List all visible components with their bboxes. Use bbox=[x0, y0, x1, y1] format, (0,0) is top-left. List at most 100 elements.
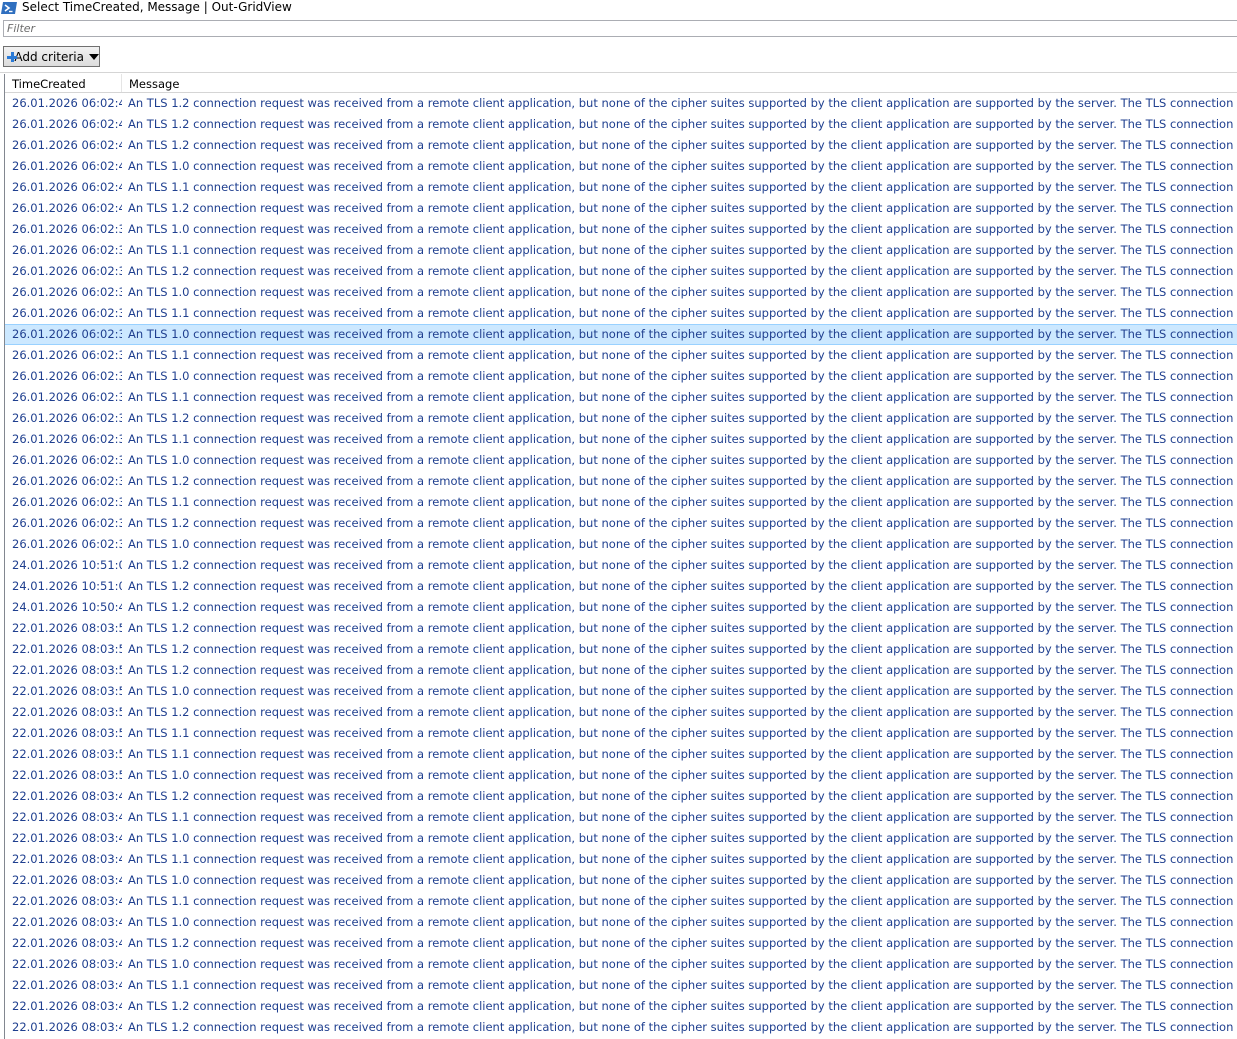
title-bar: Select TimeCreated, Message | Out-GridVi… bbox=[0, 0, 1237, 15]
table-row[interactable]: 26.01.2026 06:02:39 An TLS 1.1 connection… bbox=[5, 240, 1237, 261]
table-row[interactable]: 22.01.2026 08:03:50 An TLS 1.0 connection… bbox=[5, 681, 1237, 702]
cell-message: An TLS 1.1 connection request was receiv… bbox=[128, 726, 1237, 740]
table-row[interactable]: 22.01.2026 08:03:47 An TLS 1.0 connection… bbox=[5, 954, 1237, 975]
table-row[interactable]: 26.01.2026 06:02:37 An TLS 1.1 connection… bbox=[5, 303, 1237, 324]
table-row[interactable]: 26.01.2026 06:02:40 An TLS 1.2 connection… bbox=[5, 135, 1237, 156]
cell-message: An TLS 1.0 connection request was receiv… bbox=[128, 453, 1237, 467]
cell-message: An TLS 1.0 connection request was receiv… bbox=[128, 537, 1237, 551]
table-row[interactable]: 22.01.2026 08:03:50 An TLS 1.0 connection… bbox=[5, 765, 1237, 786]
cell-timecreated: 22.01.2026 08:03:47 bbox=[12, 936, 122, 950]
cell-timecreated: 22.01.2026 08:03:50 bbox=[12, 663, 122, 677]
cell-timecreated: 24.01.2026 10:51:00 bbox=[12, 579, 122, 593]
cell-message: An TLS 1.1 connection request was receiv… bbox=[128, 978, 1237, 992]
table-row[interactable]: 22.01.2026 08:03:48 An TLS 1.0 connection… bbox=[5, 828, 1237, 849]
table-row[interactable]: 22.01.2026 08:03:50 An TLS 1.2 connection… bbox=[5, 702, 1237, 723]
cell-timecreated: 22.01.2026 08:03:48 bbox=[12, 873, 122, 887]
table-row[interactable]: 26.01.2026 06:02:33 An TLS 1.2 connection… bbox=[5, 471, 1237, 492]
cell-timecreated: 24.01.2026 10:50:41 bbox=[12, 600, 122, 614]
cell-message: An TLS 1.1 connection request was receiv… bbox=[128, 390, 1237, 404]
column-header-timecreated[interactable]: TimeCreated bbox=[5, 74, 122, 92]
cell-message: An TLS 1.1 connection request was receiv… bbox=[128, 894, 1237, 908]
cell-timecreated: 26.01.2026 06:02:40 bbox=[12, 201, 122, 215]
table-row[interactable]: 26.01.2026 06:02:35 An TLS 1.2 connection… bbox=[5, 408, 1237, 429]
table-row[interactable]: 22.01.2026 08:03:50 An TLS 1.1 connection… bbox=[5, 744, 1237, 765]
cell-message: An TLS 1.2 connection request was receiv… bbox=[128, 138, 1237, 152]
table-row[interactable]: 24.01.2026 10:51:00 An TLS 1.2 connection… bbox=[5, 576, 1237, 597]
grid-body: 26.01.2026 06:02:46 An TLS 1.2 connection… bbox=[5, 93, 1237, 1038]
cell-message: An TLS 1.0 connection request was receiv… bbox=[128, 369, 1237, 383]
cell-message: An TLS 1.1 connection request was receiv… bbox=[128, 306, 1237, 320]
cell-message: An TLS 1.2 connection request was receiv… bbox=[128, 516, 1237, 530]
table-row[interactable]: 26.01.2026 06:02:40 An TLS 1.2 connection… bbox=[5, 198, 1237, 219]
cell-message: An TLS 1.2 connection request was receiv… bbox=[128, 600, 1237, 614]
table-row[interactable]: 26.01.2026 06:02:32 An TLS 1.2 connection… bbox=[5, 513, 1237, 534]
table-row[interactable]: 26.01.2026 06:02:46 An TLS 1.2 connection… bbox=[5, 93, 1237, 114]
cell-timecreated: 26.01.2026 06:02:40 bbox=[12, 138, 122, 152]
table-row[interactable]: 22.01.2026 08:03:49 An TLS 1.2 connection… bbox=[5, 786, 1237, 807]
cell-message: An TLS 1.2 connection request was receiv… bbox=[128, 936, 1237, 950]
filter-input[interactable] bbox=[3, 20, 1237, 37]
table-row[interactable]: 26.01.2026 06:02:39 An TLS 1.0 connection… bbox=[5, 219, 1237, 240]
cell-timecreated: 22.01.2026 08:03:48 bbox=[12, 810, 122, 824]
table-row[interactable]: 26.01.2026 06:02:32 An TLS 1.0 connection… bbox=[5, 534, 1237, 555]
cell-timecreated: 26.01.2026 06:02:39 bbox=[12, 222, 122, 236]
table-row[interactable]: 26.01.2026 06:02:37 An TLS 1.0 connection… bbox=[5, 282, 1237, 303]
cell-timecreated: 26.01.2026 06:02:32 bbox=[12, 516, 122, 530]
results-grid[interactable]: TimeCreated Message 26.01.2026 06:02:46 A… bbox=[4, 74, 1237, 1039]
cell-message: An TLS 1.2 connection request was receiv… bbox=[128, 264, 1237, 278]
table-row[interactable]: 22.01.2026 08:03:50 An TLS 1.2 connection… bbox=[5, 660, 1237, 681]
cell-message: An TLS 1.0 connection request was receiv… bbox=[128, 831, 1237, 845]
table-row[interactable]: 22.01.2026 08:03:47 An TLS 1.0 connection… bbox=[5, 912, 1237, 933]
add-criteria-label: Add criteria bbox=[14, 49, 84, 64]
cell-timecreated: 22.01.2026 08:03:53 bbox=[12, 621, 122, 635]
cell-message: An TLS 1.0 connection request was receiv… bbox=[128, 915, 1237, 929]
cell-timecreated: 26.01.2026 06:02:33 bbox=[12, 474, 122, 488]
cell-timecreated: 26.01.2026 06:02:35 bbox=[12, 369, 122, 383]
table-row[interactable]: 22.01.2026 08:03:53 An TLS 1.2 connection… bbox=[5, 639, 1237, 660]
cell-message: An TLS 1.1 connection request was receiv… bbox=[128, 432, 1237, 446]
table-row[interactable]: 22.01.2026 08:03:47 An TLS 1.1 connection… bbox=[5, 891, 1237, 912]
table-row[interactable]: 22.01.2026 08:03:48 An TLS 1.0 connection… bbox=[5, 870, 1237, 891]
table-row[interactable]: 26.01.2026 06:02:33 An TLS 1.0 connection… bbox=[5, 450, 1237, 471]
table-row[interactable]: 22.01.2026 08:03:53 An TLS 1.2 connection… bbox=[5, 618, 1237, 639]
table-row[interactable]: 26.01.2026 06:02:33 An TLS 1.1 connection… bbox=[5, 492, 1237, 513]
cell-message: An TLS 1.0 connection request was receiv… bbox=[128, 957, 1237, 971]
cell-timecreated: 22.01.2026 08:03:50 bbox=[12, 768, 122, 782]
table-row[interactable]: 26.01.2026 06:02:46 An TLS 1.2 connection… bbox=[5, 114, 1237, 135]
table-row[interactable]: 22.01.2026 08:03:50 An TLS 1.1 connection… bbox=[5, 723, 1237, 744]
table-row[interactable]: 26.01.2026 06:02:36 An TLS 1.0 connection… bbox=[5, 324, 1237, 345]
cell-timecreated: 26.01.2026 06:02:46 bbox=[12, 96, 122, 110]
cell-message: An TLS 1.1 connection request was receiv… bbox=[128, 495, 1237, 509]
cell-timecreated: 22.01.2026 08:03:53 bbox=[12, 642, 122, 656]
table-row[interactable]: 22.01.2026 08:03:48 An TLS 1.1 connection… bbox=[5, 807, 1237, 828]
criteria-bar: Add criteria bbox=[0, 40, 1237, 72]
cell-message: An TLS 1.1 connection request was receiv… bbox=[128, 243, 1237, 257]
table-row[interactable]: 22.01.2026 08:03:47 An TLS 1.2 connection… bbox=[5, 1017, 1237, 1038]
cell-timecreated: 22.01.2026 08:03:48 bbox=[12, 852, 122, 866]
cell-timecreated: 22.01.2026 08:03:50 bbox=[12, 747, 122, 761]
table-row[interactable]: 24.01.2026 10:51:02 An TLS 1.2 connection… bbox=[5, 555, 1237, 576]
table-row[interactable]: 24.01.2026 10:50:41 An TLS 1.2 connection… bbox=[5, 597, 1237, 618]
table-row[interactable]: 26.01.2026 06:02:37 An TLS 1.2 connection… bbox=[5, 261, 1237, 282]
table-row[interactable]: 26.01.2026 06:02:35 An TLS 1.0 connection… bbox=[5, 366, 1237, 387]
cell-message: An TLS 1.1 connection request was receiv… bbox=[128, 852, 1237, 866]
powershell-icon bbox=[1, 1, 17, 15]
table-row[interactable]: 22.01.2026 08:03:47 An TLS 1.1 connection… bbox=[5, 975, 1237, 996]
table-row[interactable]: 26.01.2026 06:02:40 An TLS 1.0 connection… bbox=[5, 156, 1237, 177]
cell-message: An TLS 1.2 connection request was receiv… bbox=[128, 999, 1237, 1013]
column-header-message[interactable]: Message bbox=[122, 74, 1237, 92]
cell-message: An TLS 1.2 connection request was receiv… bbox=[128, 663, 1237, 677]
table-row[interactable]: 26.01.2026 06:02:33 An TLS 1.1 connection… bbox=[5, 429, 1237, 450]
window-title: Select TimeCreated, Message | Out-GridVi… bbox=[22, 0, 292, 14]
add-criteria-button[interactable]: Add criteria bbox=[3, 46, 100, 67]
cell-message: An TLS 1.0 connection request was receiv… bbox=[128, 684, 1237, 698]
table-row[interactable]: 26.01.2026 06:02:36 An TLS 1.1 connection… bbox=[5, 345, 1237, 366]
cell-timecreated: 22.01.2026 08:03:47 bbox=[12, 978, 122, 992]
cell-message: An TLS 1.2 connection request was receiv… bbox=[128, 117, 1237, 131]
table-row[interactable]: 26.01.2026 06:02:40 An TLS 1.1 connection… bbox=[5, 177, 1237, 198]
cell-timecreated: 26.01.2026 06:02:35 bbox=[12, 390, 122, 404]
table-row[interactable]: 22.01.2026 08:03:48 An TLS 1.1 connection… bbox=[5, 849, 1237, 870]
table-row[interactable]: 22.01.2026 08:03:47 An TLS 1.2 connection… bbox=[5, 996, 1237, 1017]
table-row[interactable]: 26.01.2026 06:02:35 An TLS 1.1 connection… bbox=[5, 387, 1237, 408]
table-row[interactable]: 22.01.2026 08:03:47 An TLS 1.2 connection… bbox=[5, 933, 1237, 954]
